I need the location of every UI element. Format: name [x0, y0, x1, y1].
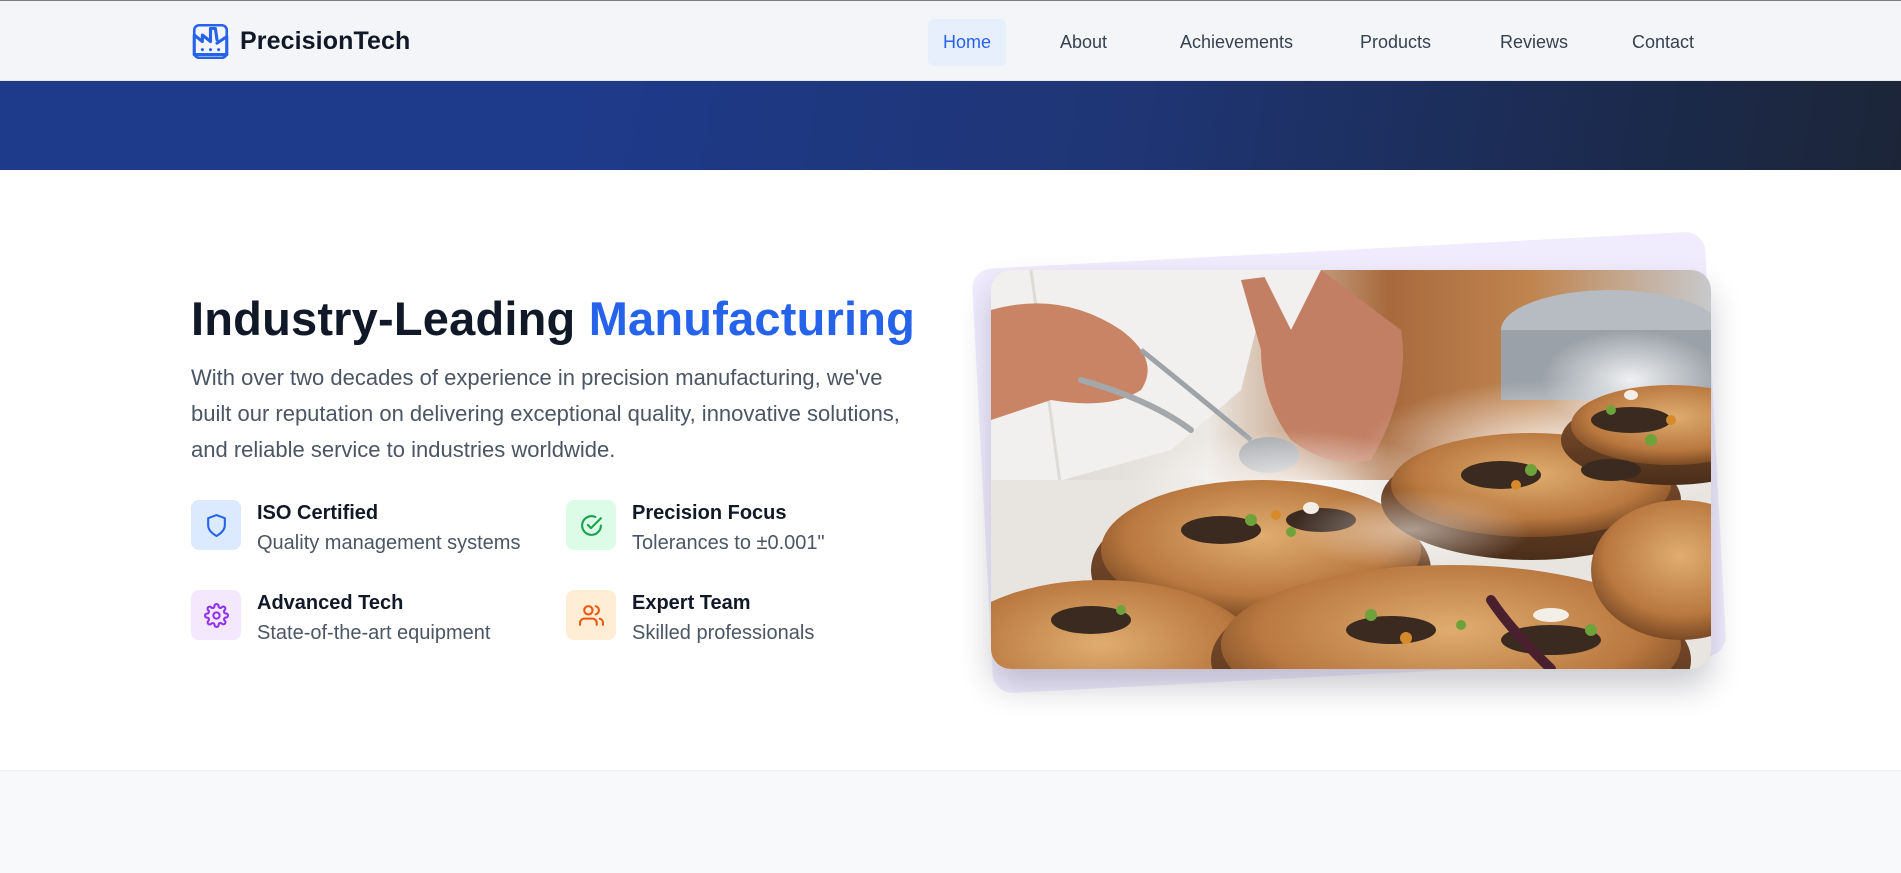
section-heading: Industry-Leading Manufacturing: [191, 291, 915, 346]
check-circle-icon: [580, 514, 602, 536]
feature-title: Expert Team: [632, 592, 751, 614]
nav-link-about[interactable]: About: [1060, 19, 1107, 66]
feature-title: ISO Certified: [257, 502, 379, 524]
factory-icon: [192, 23, 229, 60]
feature-description: State-of-the-art equipment: [257, 622, 491, 644]
users-icon: [578, 604, 604, 626]
feature-iso-certified: ISO Certified Quality management systems: [191, 500, 520, 555]
feature-description: Skilled professionals: [632, 622, 815, 644]
nav-link-products[interactable]: Products: [1360, 19, 1431, 66]
feature-title: Advanced Tech: [257, 592, 404, 614]
top-navbar: PrecisionTech Home About Achievements Pr…: [0, 0, 1901, 81]
feature-advanced-tech: Advanced Tech State-of-the-art equipment: [191, 590, 490, 645]
feature-icon-box: [566, 500, 616, 550]
heading-accent: Manufacturing: [588, 292, 916, 345]
gear-icon: [203, 602, 229, 628]
feature-icon-box: [191, 500, 241, 550]
feature-icon-box: [191, 590, 241, 640]
intro-paragraph: With over two decades of experience in p…: [191, 365, 900, 462]
shield-icon: [206, 513, 226, 537]
feature-description: Quality management systems: [257, 532, 521, 554]
heading-plain: Industry-Leading: [191, 292, 576, 345]
feature-icon-box: [566, 590, 616, 640]
about-photo: [991, 270, 1711, 669]
nav-link-home[interactable]: Home: [928, 19, 1007, 66]
brand-name: PrecisionTech: [240, 27, 411, 55]
chef-plating-photo: [991, 270, 1711, 669]
feature-precision-focus: Precision Focus Tolerances to ±0.001": [566, 500, 825, 555]
nav-link-contact[interactable]: Contact: [1632, 19, 1694, 66]
feature-description: Tolerances to ±0.001": [632, 532, 825, 554]
nav-link-achievements[interactable]: Achievements: [1180, 19, 1293, 66]
brand-logo-link[interactable]: PrecisionTech: [191, 22, 410, 61]
nav-link-reviews[interactable]: Reviews: [1500, 19, 1568, 66]
feature-title: Precision Focus: [632, 502, 787, 524]
feature-expert-team: Expert Team Skilled professionals: [566, 590, 814, 645]
next-section-background: [0, 770, 1901, 873]
hero-banner-strip: [0, 81, 1901, 170]
